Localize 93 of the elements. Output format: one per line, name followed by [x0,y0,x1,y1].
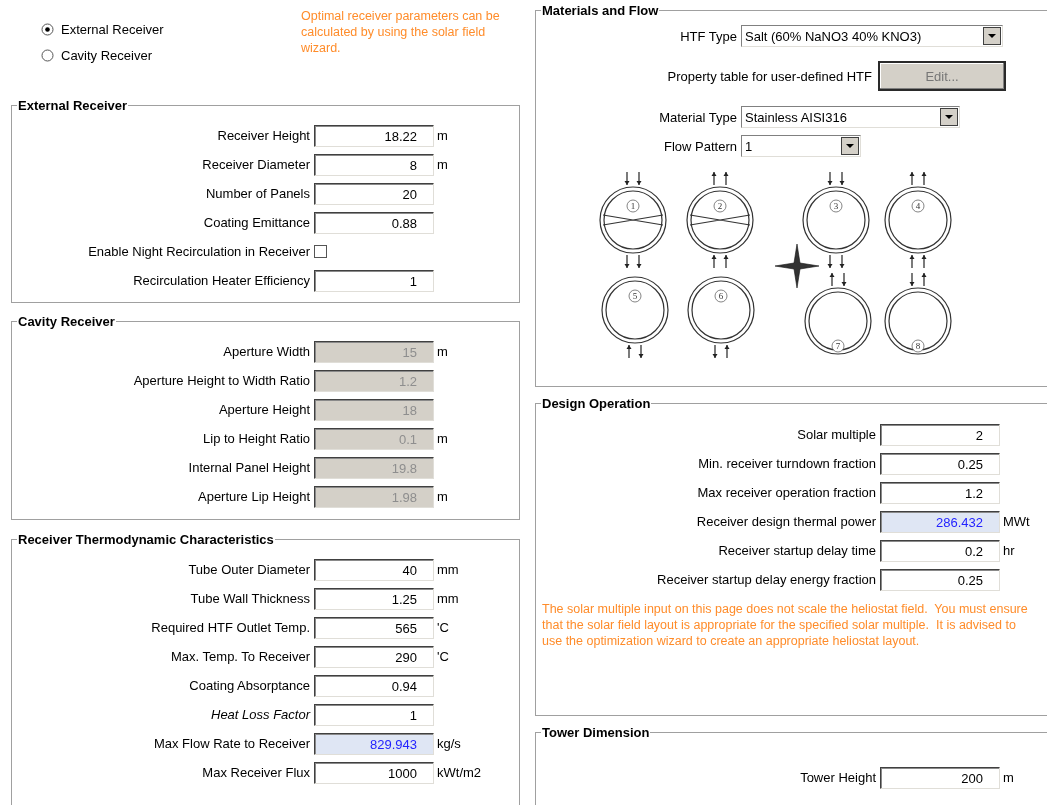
field-label: Aperture Height [217,402,311,417]
number-field[interactable]: 1 [314,703,434,726]
group-title: Materials and Flow [541,3,660,18]
number-field[interactable]: 0.25 [880,568,1000,591]
number-field[interactable]: 8 [314,153,434,176]
unit-label: MWt [1003,514,1030,529]
field-label: Max receiver operation fraction [696,485,877,500]
caret-icon [841,137,859,155]
field-label: Aperture Lip Height [197,489,311,504]
field-label: Recirculation Heater Efficiency [132,273,311,288]
dropdown[interactable]: 1 [741,135,861,157]
calculated-field: 286.432 [880,510,1000,533]
number-field[interactable]: 40 [314,558,434,581]
number-field[interactable]: 0.94 [314,674,434,697]
unit-label: m [437,431,448,446]
radio-icon[interactable] [41,48,54,62]
field-label: Min. receiver turndown fraction [697,456,877,471]
number-field[interactable]: 0.25 [880,452,1000,475]
field-label: Solar multiple [796,427,877,442]
field-label: Receiver design thermal power [695,514,877,529]
unit-label: m [437,128,448,143]
number-field[interactable]: 20 [314,182,434,205]
pattern-number: 2 [713,199,727,213]
caret-icon [983,27,1001,45]
group-title: Design Operation [541,396,652,411]
caret-icon [940,108,958,126]
field-label: Max Receiver Flux [201,765,311,780]
field-label: Receiver startup delay time [717,543,877,558]
field-label: Coating Absorptance [188,678,311,693]
checkbox[interactable] [314,245,327,258]
field-label: Max. Temp. To Receiver [170,649,311,664]
number-field[interactable]: 1000 [314,761,434,784]
pattern-number: 3 [829,199,843,213]
field-label: Tower Height [799,770,877,785]
field-label: Receiver Diameter [201,157,311,172]
unit-label: kg/s [437,736,461,751]
pattern-number: 1 [626,199,640,213]
field-label: Number of Panels [204,186,311,201]
compass-icon [774,243,820,289]
number-field[interactable]: 0.88 [314,211,434,234]
unit-label: m [437,489,448,504]
field-label: Material Type [658,109,738,125]
dropdown[interactable]: Salt (60% NaNO3 40% KNO3) [741,25,1003,47]
number-field[interactable]: 1 [314,269,434,292]
number-field[interactable]: 1.2 [880,481,1000,504]
number-field[interactable]: 565 [314,616,434,639]
pattern-number: 8 [911,339,925,353]
unit-label: hr [1003,543,1015,558]
calculated-field: 829.943 [314,732,434,755]
unit-label: m [1003,770,1014,785]
unit-label: kWt/m2 [437,765,482,780]
unit-label: 'C [437,620,449,635]
field-label: Heat Loss Factor [210,707,312,722]
field-label: Receiver startup delay energy fraction [656,572,877,587]
hint-text: Optimal receiver parameters can be calculated by using the solar field wizard. [301,8,501,56]
number-field[interactable]: 0.2 [880,539,1000,562]
pattern-number: 6 [714,289,728,303]
field-label: Max Flow Rate to Receiver [152,736,311,751]
field-label: Aperture Width [222,344,311,359]
radio-button[interactable]: Cavity Receiver [41,42,153,68]
field-label: Aperture Height to Width Ratio [132,373,311,388]
unit-label: mm [437,562,459,577]
unit-label: 'C [437,649,449,664]
field-label: Receiver Height [216,128,311,143]
field-label: Tube Wall Thickness [189,591,311,606]
group-title: Receiver Thermodynamic Characteristics [17,532,275,547]
radio-icon[interactable] [41,22,54,36]
dropdown[interactable]: Stainless AISI316 [741,106,960,128]
group-title: Cavity Receiver [17,314,116,329]
field-label: HTF Type [679,28,738,44]
unit-label: m [437,344,448,359]
field-label: Coating Emittance [202,215,311,230]
unit-label: m [437,157,448,172]
field-label: Flow Pattern [663,138,738,154]
group-title: Tower Dimension [541,725,651,740]
field-label: Tube Outer Diameter [187,562,311,577]
field-label: Property table for user-defined HTF [666,68,873,84]
number-field[interactable]: 200 [880,766,1000,789]
pattern-number: 7 [831,339,845,353]
radio-button[interactable]: External Receiver [41,16,164,42]
field-label: Lip to Height Ratio [202,431,311,446]
pattern-number: 4 [911,199,925,213]
pattern-number: 5 [628,289,642,303]
group-title: External Receiver [17,98,129,113]
unit-label: mm [437,591,459,606]
field-label: Required HTF Outlet Temp. [150,620,311,635]
number-field[interactable]: 1.25 [314,587,434,610]
number-field[interactable]: 18.22 [314,124,434,147]
number-field[interactable]: 2 [880,423,1000,446]
warning-text: The solar multiple input on this page does not scale the heliostat field. You must ensure that the solar field layout is appropriate for the specified solar multiple. It is advised to use the optimization wizard to create an appropriate heliostat layout. [542,601,1029,649]
number-field[interactable]: 290 [314,645,434,668]
field-label: Internal Panel Height [187,460,311,475]
field-label: Enable Night Recirculation in Receiver [87,244,311,259]
